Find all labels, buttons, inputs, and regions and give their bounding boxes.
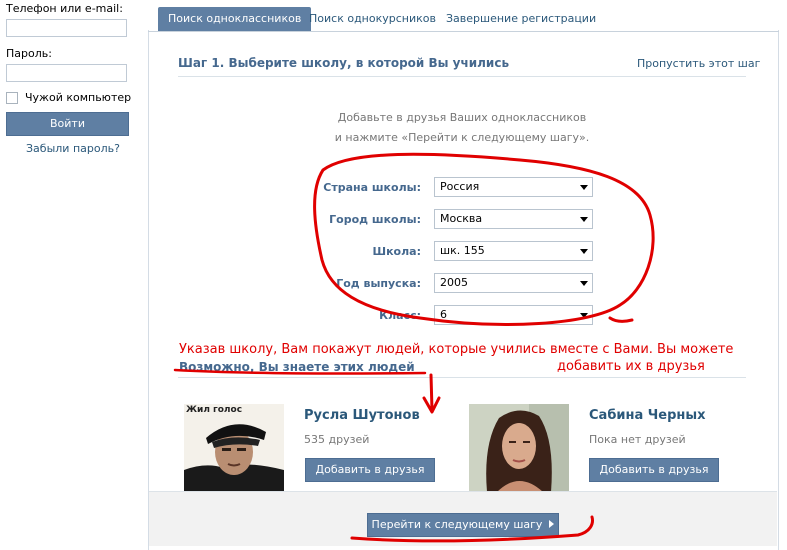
class-select[interactable]: 6	[434, 305, 593, 325]
divider	[178, 76, 746, 77]
country-label: Страна школы:	[323, 181, 421, 194]
add-friend-button[interactable]: Добавить в друзья	[589, 458, 719, 482]
photo-caption: Жил голос	[186, 405, 242, 415]
login-label: Телефон или e-mail:	[6, 2, 123, 15]
intro-line-1: Добавьте в друзья Ваших одноклассников	[337, 111, 587, 124]
skip-step-link[interactable]: Пропустить этот шаг	[637, 57, 760, 70]
person-name[interactable]: Русла Шутонов	[304, 408, 420, 423]
city-value: Москва	[440, 212, 483, 225]
tab-coursemates[interactable]: Поиск однокурсников	[299, 7, 446, 31]
chevron-down-icon	[580, 185, 588, 190]
country-value: Россия	[440, 180, 480, 193]
password-input[interactable]	[6, 64, 127, 82]
step-title: Шаг 1. Выберите школу, в которой Вы учил…	[178, 56, 510, 70]
next-step-label: Перейти к следующему шагу	[371, 518, 543, 531]
next-step-button[interactable]: Перейти к следующему шагу	[367, 513, 559, 537]
chevron-down-icon	[580, 281, 588, 286]
tab-classmates[interactable]: Поиск одноклассников	[158, 7, 312, 31]
chevron-down-icon	[580, 217, 588, 222]
people-section-title: Возможно, Вы знаете этих людей	[179, 360, 415, 374]
class-value: 6	[440, 308, 447, 321]
class-label: Класс:	[379, 309, 421, 322]
arrow-right-icon	[549, 520, 555, 528]
tab-finish-registration[interactable]: Завершение регистрации	[436, 7, 606, 31]
tabs-bar: Поиск одноклассников Поиск однокурсников…	[148, 0, 779, 32]
graduation-year-select[interactable]: 2005	[434, 273, 593, 293]
password-label: Пароль:	[6, 47, 52, 60]
country-select[interactable]: Россия	[434, 177, 593, 197]
add-friend-button[interactable]: Добавить в друзья	[305, 458, 435, 482]
person-friends-count: 535 друзей	[304, 433, 370, 446]
remember-checkbox[interactable]	[6, 92, 18, 104]
divider	[178, 377, 746, 378]
school-select[interactable]: шк. 155	[434, 241, 593, 261]
person-photo[interactable]	[469, 404, 569, 492]
school-value: шк. 155	[440, 244, 485, 257]
forgot-password-link[interactable]: Забыли пароль?	[26, 142, 120, 155]
city-select[interactable]: Москва	[434, 209, 593, 229]
person-photo[interactable]: Жил голос	[184, 404, 284, 492]
chevron-down-icon	[580, 313, 588, 318]
annotation-text-line-1: Указав школу, Вам покажут людей, которые…	[179, 342, 734, 357]
person-name[interactable]: Сабина Черных	[589, 408, 706, 423]
remember-label: Чужой компьютер	[25, 91, 132, 104]
login-input[interactable]	[6, 19, 127, 37]
login-button[interactable]: Войти	[6, 112, 129, 136]
intro-line-2: и нажмите «Перейти к следующему шагу».	[334, 131, 590, 144]
chevron-down-icon	[580, 249, 588, 254]
graduation-year-label: Год выпуска:	[336, 277, 421, 290]
person-friends-count: Пока нет друзей	[589, 433, 686, 446]
city-label: Город школы:	[329, 213, 421, 226]
annotation-text-line-2: добавить их в друзья	[557, 359, 705, 374]
graduation-year-value: 2005	[440, 276, 468, 289]
school-label: Школа:	[372, 245, 422, 258]
